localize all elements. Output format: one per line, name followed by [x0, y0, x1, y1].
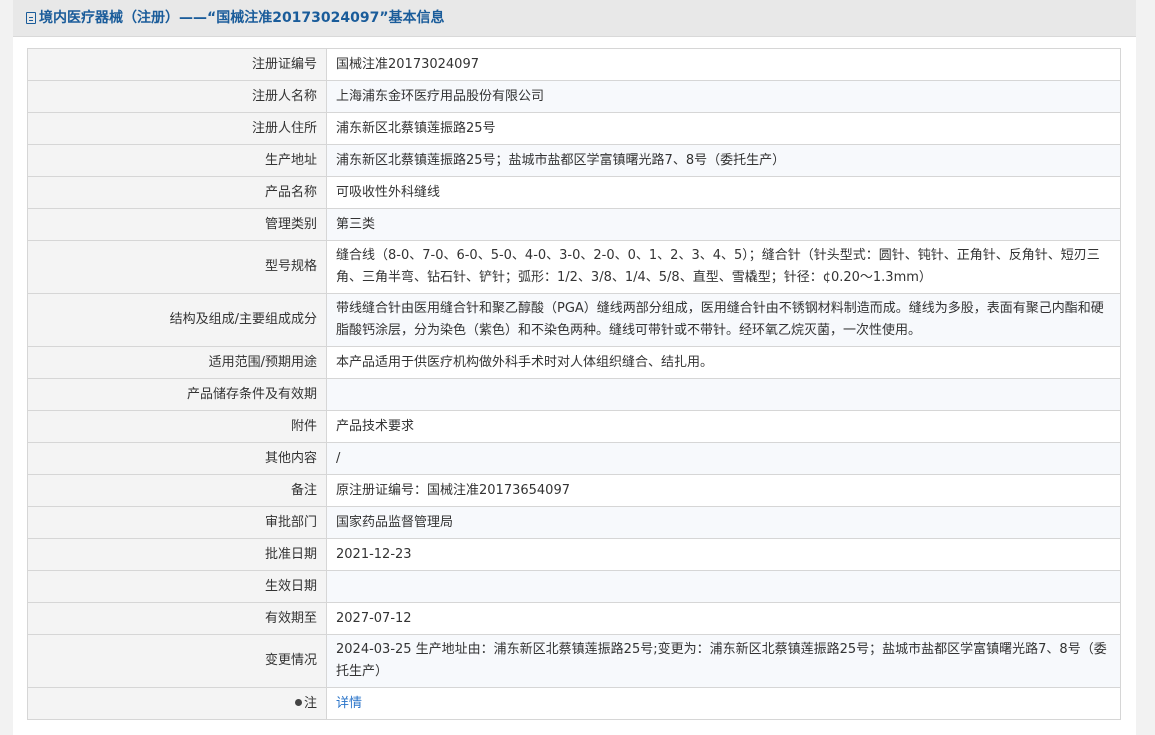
note-label-cell: 注 [27, 687, 327, 720]
table-row: 审批部门 国家药品监督管理局 [27, 506, 1121, 539]
note-label: 注 [303, 695, 317, 711]
field-value: 原注册证编号：国械注准20173654097 [326, 474, 1121, 507]
note-row: 注 详情 [27, 687, 1121, 720]
field-label: 注册证编号 [27, 48, 327, 81]
info-table: 注册证编号 国械注准20173024097 注册人名称 上海浦东金环医疗用品股份… [27, 48, 1121, 720]
field-label: 备注 [27, 474, 327, 507]
table-row: 产品名称 可吸收性外科缝线 [27, 176, 1121, 209]
info-panel: 境内医疗器械（注册）——“国械注准20173024097”基本信息 注册证编号 … [13, 0, 1136, 735]
field-value: / [326, 442, 1121, 475]
table-row: 批准日期 2021-12-23 [27, 538, 1121, 571]
document-icon [26, 12, 36, 24]
table-row: 注册证编号 国械注准20173024097 [27, 48, 1121, 81]
field-label: 审批部门 [27, 506, 327, 539]
field-value [326, 378, 1121, 411]
table-row: 产品储存条件及有效期 [27, 378, 1121, 411]
table-row: 生产地址 浦东新区北蔡镇莲振路25号；盐城市盐都区学富镇曙光路7、8号（委托生产… [27, 144, 1121, 177]
field-label: 管理类别 [27, 208, 327, 241]
field-value [326, 570, 1121, 603]
field-value: 2021-12-23 [326, 538, 1121, 571]
field-value: 2024-03-25 生产地址由：浦东新区北蔡镇莲振路25号;变更为：浦东新区北… [326, 634, 1121, 688]
field-label: 附件 [27, 410, 327, 443]
table-row: 备注 原注册证编号：国械注准20173654097 [27, 474, 1121, 507]
table-row: 有效期至 2027-07-12 [27, 602, 1121, 635]
field-value: 缝合线（8-0、7-0、6-0、5-0、4-0、3-0、2-0、0、1、2、3、… [326, 240, 1121, 294]
field-label: 适用范围/预期用途 [27, 346, 327, 379]
field-value: 浦东新区北蔡镇莲振路25号；盐城市盐都区学富镇曙光路7、8号（委托生产） [326, 144, 1121, 177]
table-row: 其他内容 / [27, 442, 1121, 475]
field-value: 2027-07-12 [326, 602, 1121, 635]
field-label: 产品储存条件及有效期 [27, 378, 327, 411]
table-row: 注册人名称 上海浦东金环医疗用品股份有限公司 [27, 80, 1121, 113]
table-row: 注册人住所 浦东新区北蔡镇莲振路25号 [27, 112, 1121, 145]
table-row: 型号规格 缝合线（8-0、7-0、6-0、5-0、4-0、3-0、2-0、0、1… [27, 240, 1121, 294]
field-value: 产品技术要求 [326, 410, 1121, 443]
field-label: 结构及组成/主要组成成分 [27, 293, 327, 347]
field-label: 有效期至 [27, 602, 327, 635]
field-value: 带线缝合针由医用缝合针和聚乙醇酸（PGA）缝线两部分组成，医用缝合针由不锈钢材料… [326, 293, 1121, 347]
table-row: 附件 产品技术要求 [27, 410, 1121, 443]
table-row: 变更情况 2024-03-25 生产地址由：浦东新区北蔡镇莲振路25号;变更为：… [27, 634, 1121, 688]
field-value: 可吸收性外科缝线 [326, 176, 1121, 209]
field-label: 批准日期 [27, 538, 327, 571]
note-value-cell: 详情 [326, 687, 1121, 720]
field-label: 型号规格 [27, 240, 327, 294]
details-link[interactable]: 详情 [336, 696, 362, 711]
table-row: 结构及组成/主要组成成分 带线缝合针由医用缝合针和聚乙醇酸（PGA）缝线两部分组… [27, 293, 1121, 347]
field-label: 注册人住所 [27, 112, 327, 145]
field-value: 第三类 [326, 208, 1121, 241]
field-label: 生产地址 [27, 144, 327, 177]
field-value: 国械注准20173024097 [326, 48, 1121, 81]
table-row: 管理类别 第三类 [27, 208, 1121, 241]
page-title: 境内医疗器械（注册）——“国械注准20173024097”基本信息 [39, 10, 445, 26]
field-value: 国家药品监督管理局 [326, 506, 1121, 539]
table-row: 生效日期 [27, 570, 1121, 603]
field-value: 浦东新区北蔡镇莲振路25号 [326, 112, 1121, 145]
field-value: 上海浦东金环医疗用品股份有限公司 [326, 80, 1121, 113]
field-label: 产品名称 [27, 176, 327, 209]
pin-icon [294, 698, 302, 706]
field-label: 其他内容 [27, 442, 327, 475]
table-row: 适用范围/预期用途 本产品适用于供医疗机构做外科手术时对人体组织缝合、结扎用。 [27, 346, 1121, 379]
field-value: 本产品适用于供医疗机构做外科手术时对人体组织缝合、结扎用。 [326, 346, 1121, 379]
field-label: 注册人名称 [27, 80, 327, 113]
field-label: 变更情况 [27, 634, 327, 688]
field-label: 生效日期 [27, 570, 327, 603]
panel-header: 境内医疗器械（注册）——“国械注准20173024097”基本信息 [13, 0, 1136, 37]
